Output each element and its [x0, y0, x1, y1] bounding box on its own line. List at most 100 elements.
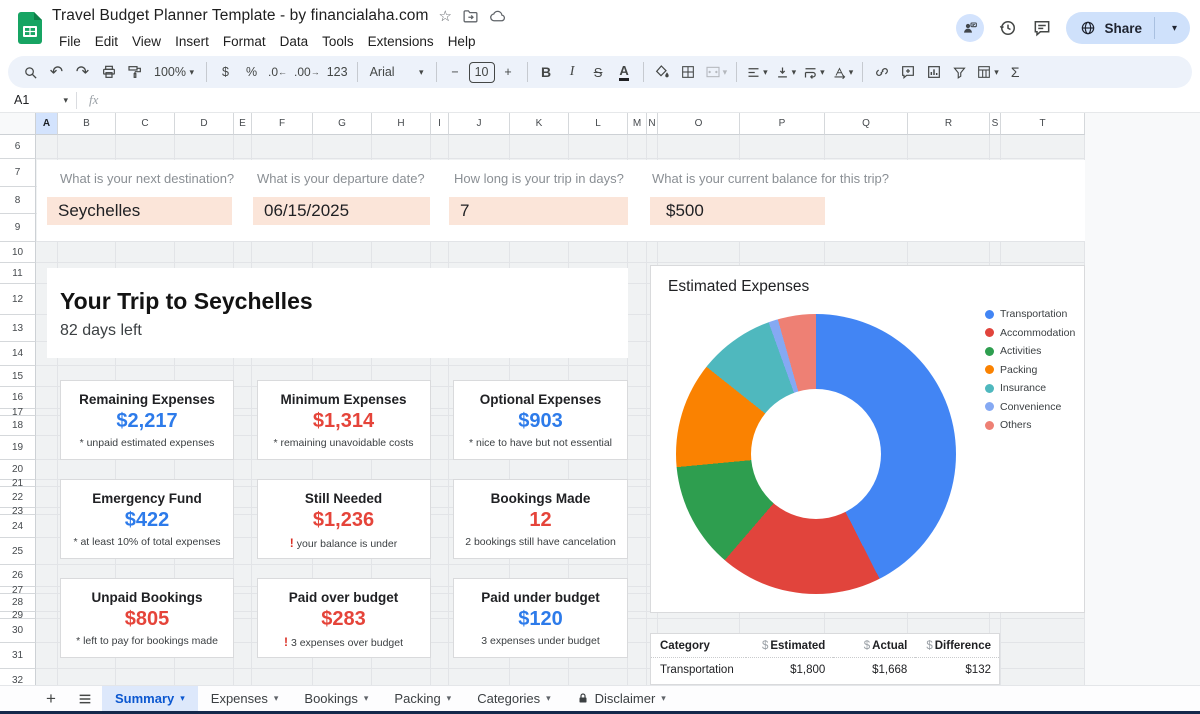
text-rotation-icon[interactable]: ▾: [829, 59, 857, 85]
insert-comment-icon[interactable]: [895, 59, 920, 85]
column-header-B[interactable]: B: [58, 113, 116, 135]
card-unpaid-bookings[interactable]: Unpaid Bookings$805!* left to pay for bo…: [60, 578, 234, 658]
add-sheet-button[interactable]: +: [34, 686, 68, 711]
menu-tools[interactable]: Tools: [315, 32, 361, 51]
sheet-tab-caret[interactable]: ▾: [180, 693, 185, 704]
column-header-Q[interactable]: Q: [825, 113, 908, 135]
row-header-8[interactable]: 8: [0, 187, 36, 214]
sheet-tab-caret[interactable]: ▾: [364, 693, 369, 704]
share-button[interactable]: Share ▾: [1066, 12, 1190, 44]
card-still-needed[interactable]: Still Needed$1,236!your balance is under: [257, 479, 431, 559]
row-header-18[interactable]: 18: [0, 416, 36, 436]
row-header-21[interactable]: 21: [0, 480, 36, 487]
row-header-23[interactable]: 23: [0, 508, 36, 515]
sheet-tab-caret[interactable]: ▾: [274, 693, 279, 704]
column-header-M[interactable]: M: [628, 113, 647, 135]
text-color-icon[interactable]: A: [619, 64, 628, 81]
estimated-expenses-chart[interactable]: Estimated Expenses TransportationAccommo…: [650, 265, 1085, 613]
col-header-estimated[interactable]: $Estimated: [746, 634, 833, 658]
strikethrough-icon[interactable]: S: [586, 59, 611, 85]
star-icon[interactable]: ☆: [439, 7, 452, 25]
sheet-tab-packing[interactable]: Packing▾: [381, 686, 464, 711]
row-header-15[interactable]: 15: [0, 366, 36, 387]
row-header-12[interactable]: 12: [0, 284, 36, 315]
column-header-F[interactable]: F: [252, 113, 313, 135]
version-history-icon[interactable]: [998, 18, 1018, 38]
row-header-29[interactable]: 29: [0, 612, 36, 619]
column-header-T[interactable]: T: [1001, 113, 1085, 135]
decrease-decimal-icon[interactable]: .0←: [265, 59, 290, 85]
row-header-19[interactable]: 19: [0, 436, 36, 460]
sheets-logo-icon[interactable]: [16, 10, 44, 46]
row-header-30[interactable]: 30: [0, 619, 36, 643]
answer-cell-trip-days[interactable]: 7: [449, 197, 628, 225]
increase-font-size-icon[interactable]: +: [496, 59, 521, 85]
paint-format-icon[interactable]: [122, 59, 147, 85]
column-header-N[interactable]: N: [647, 113, 658, 135]
menu-file[interactable]: File: [52, 32, 88, 51]
undo-icon[interactable]: ↶: [44, 59, 69, 85]
merge-cells-icon[interactable]: ▾: [702, 59, 731, 85]
sheet-tab-caret[interactable]: ▾: [546, 693, 551, 704]
print-icon[interactable]: [96, 59, 121, 85]
sheet-tab-categories[interactable]: Categories▾: [464, 686, 563, 711]
col-header-difference[interactable]: $Difference: [915, 634, 999, 658]
font-select[interactable]: Arial▾: [364, 59, 430, 85]
insert-chart-icon[interactable]: [921, 59, 946, 85]
card-emergency-fund[interactable]: Emergency Fund$422!* at least 10% of tot…: [60, 479, 234, 559]
menu-format[interactable]: Format: [216, 32, 273, 51]
format-currency-icon[interactable]: $: [213, 59, 238, 85]
column-header-I[interactable]: I: [431, 113, 449, 135]
row-header-32[interactable]: 32: [0, 669, 36, 685]
functions-icon[interactable]: Σ: [1003, 59, 1028, 85]
sheet-tab-caret[interactable]: ▾: [447, 693, 452, 704]
card-optional-expenses[interactable]: Optional Expenses$903!* nice to have but…: [453, 380, 628, 460]
horizontal-align-icon[interactable]: ▾: [743, 59, 771, 85]
row-header-27[interactable]: 27: [0, 587, 36, 594]
sheet-canvas[interactable]: What is your next destination? What is y…: [36, 135, 1200, 685]
menu-insert[interactable]: Insert: [168, 32, 216, 51]
column-header-S[interactable]: S: [990, 113, 1001, 135]
column-header-E[interactable]: E: [234, 113, 252, 135]
col-header-category[interactable]: Category: [651, 634, 746, 658]
redo-icon[interactable]: ↷: [70, 59, 95, 85]
column-header-J[interactable]: J: [449, 113, 510, 135]
column-header-P[interactable]: P: [740, 113, 825, 135]
all-sheets-menu-icon[interactable]: [68, 686, 102, 711]
column-header-O[interactable]: O: [658, 113, 740, 135]
menu-help[interactable]: Help: [441, 32, 483, 51]
row-header-6[interactable]: 6: [0, 135, 36, 159]
column-header-L[interactable]: L: [569, 113, 628, 135]
increase-decimal-icon[interactable]: .00→: [291, 59, 323, 85]
decrease-font-size-icon[interactable]: −: [443, 59, 468, 85]
format-percent-icon[interactable]: %: [239, 59, 264, 85]
card-paid-over-budget[interactable]: Paid over budget$283!3 expenses over bud…: [257, 578, 431, 658]
row-header-10[interactable]: 10: [0, 242, 36, 263]
col-header-actual[interactable]: $Actual: [833, 634, 915, 658]
filter-icon[interactable]: [947, 59, 972, 85]
name-box[interactable]: A1 ▾: [0, 93, 76, 107]
bold-icon[interactable]: B: [534, 59, 559, 85]
card-remaining-expenses[interactable]: Remaining Expenses$2,217!* unpaid estima…: [60, 380, 234, 460]
sheet-tab-expenses[interactable]: Expenses▾: [198, 686, 292, 711]
menu-extensions[interactable]: Extensions: [361, 32, 441, 51]
more-formats-icon[interactable]: 123: [324, 59, 351, 85]
column-header-C[interactable]: C: [116, 113, 175, 135]
font-size-input[interactable]: 10: [469, 62, 495, 83]
row-header-25[interactable]: 25: [0, 538, 36, 565]
answer-cell-balance[interactable]: $500: [650, 197, 825, 225]
share-dropdown-caret[interactable]: ▾: [1163, 23, 1186, 34]
comments-icon[interactable]: [1032, 18, 1052, 38]
table-row[interactable]: Transportation $1,800 $1,668 $132: [651, 658, 999, 681]
row-header-14[interactable]: 14: [0, 342, 36, 366]
column-header-R[interactable]: R: [908, 113, 990, 135]
sheet-tab-bookings[interactable]: Bookings▾: [291, 686, 381, 711]
row-header-31[interactable]: 31: [0, 643, 36, 669]
sheet-tab-summary[interactable]: Summary▾: [102, 686, 198, 711]
card-bookings-made[interactable]: Bookings Made12!2 bookings still have ca…: [453, 479, 628, 559]
row-header-24[interactable]: 24: [0, 515, 36, 538]
row-header-13[interactable]: 13: [0, 315, 36, 342]
column-header-H[interactable]: H: [372, 113, 431, 135]
answer-cell-destination[interactable]: Seychelles: [47, 197, 232, 225]
menu-view[interactable]: View: [125, 32, 168, 51]
